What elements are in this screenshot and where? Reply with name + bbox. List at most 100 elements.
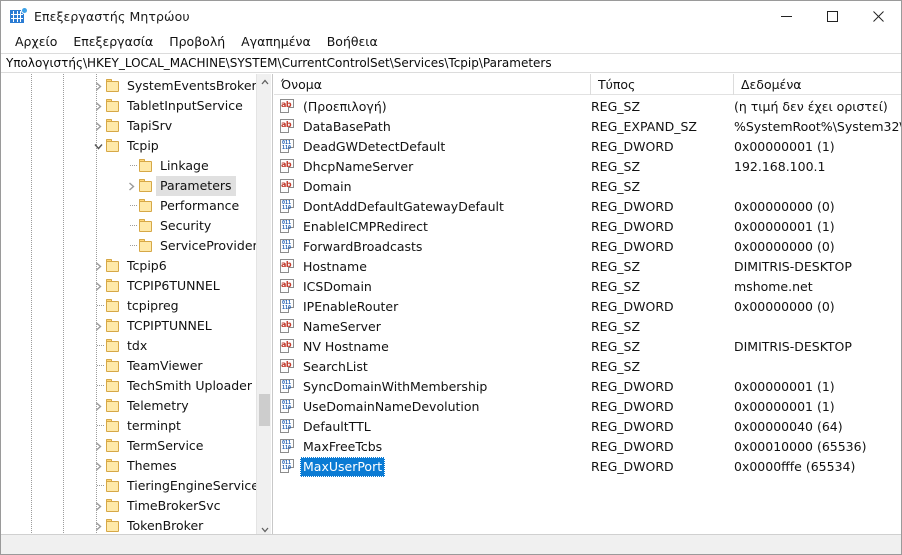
value-type: REG_SZ [591, 359, 641, 374]
maximize-button[interactable] [809, 1, 855, 31]
value-data: DIMITRIS-DESKTOP [734, 259, 852, 274]
chevron-right-icon[interactable] [90, 116, 106, 136]
tree-item-tdx[interactable]: tdx [1, 336, 257, 356]
value-row[interactable]: ab Hostname REG_SZ DIMITRIS-DESKTOP [274, 257, 901, 277]
dword-value-icon: 011 110 [280, 419, 296, 434]
value-row[interactable]: 011 110 DeadGWDetectDefault REG_DWORD 0x0000… [274, 137, 901, 157]
folder-icon [139, 219, 155, 232]
value-name: DhcpNameServer [303, 159, 414, 174]
menu-file[interactable]: Αρχείο [7, 32, 65, 52]
chevron-right-icon[interactable] [90, 316, 106, 336]
tree-item-tokenbroker[interactable]: TokenBroker [1, 516, 257, 536]
tree-item-label: tdx [127, 338, 148, 353]
value-data: 192.168.100.1 [734, 159, 826, 174]
dword-value-icon: 011 110 [280, 219, 296, 234]
column-header-data[interactable]: Δεδομένα [734, 74, 901, 95]
value-row[interactable]: 011 110 UseDomainNameDevolution REG_DWORD 0x… [274, 397, 901, 417]
value-row[interactable]: ab DataBasePath REG_EXPAND_SZ %SystemRoot%\… [274, 117, 901, 137]
string-value-icon: ab [280, 159, 296, 174]
tree-item-tcpip[interactable]: Tcpip [1, 136, 257, 156]
value-row[interactable]: ab NameServer REG_SZ [274, 317, 901, 337]
tree-item-label: tcpipreg [127, 298, 179, 313]
value-row[interactable]: ab Domain REG_SZ [274, 177, 901, 197]
scroll-up-icon[interactable] [257, 74, 272, 89]
value-row[interactable]: 011 110 MaxFreeTcbs REG_DWORD 0x00010000 (65… [274, 437, 901, 457]
value-row[interactable]: ab (Προεπιλογή) REG_SZ (η τιμή δεν έχει ορι… [274, 97, 901, 117]
tree-item-security[interactable]: Security [1, 216, 257, 236]
value-type: REG_SZ [591, 319, 641, 334]
folder-icon [106, 99, 122, 112]
tree-item-terminpt[interactable]: terminpt [1, 416, 257, 436]
value-row[interactable]: 011 110 MaxUserPort REG_DWORD 0x0000fffe (65… [274, 457, 901, 477]
tree-item-label: TCPIP6TUNNEL [127, 278, 220, 293]
tree-item-label: Linkage [160, 158, 209, 173]
folder-icon [106, 279, 122, 292]
tree-item-label: TCPIPTUNNEL [127, 318, 212, 333]
tree-item-tapisrv[interactable]: TapiSrv [1, 116, 257, 136]
value-data: 0x0000fffe (65534) [734, 459, 856, 474]
chevron-right-icon[interactable] [90, 96, 106, 116]
tree-connector [90, 416, 106, 436]
value-type: REG_DWORD [591, 139, 674, 154]
tree-item-systemeventsbroker[interactable]: SystemEventsBroker [1, 76, 257, 96]
tree-scroll-thumb[interactable] [259, 394, 270, 426]
tree-item-label: Performance [160, 198, 240, 213]
menu-view[interactable]: Προβολή [161, 32, 233, 52]
tree-item-tcpip6tunnel[interactable]: TCPIP6TUNNEL [1, 276, 257, 296]
tree-item-themes[interactable]: Themes [1, 456, 257, 476]
tree-item-tcpipreg[interactable]: tcpipreg [1, 296, 257, 316]
column-header-type[interactable]: Τύπος [591, 74, 734, 95]
close-button[interactable] [855, 1, 901, 31]
tree-item-linkage[interactable]: Linkage [1, 156, 257, 176]
menu-favorites[interactable]: Αγαπημένα [233, 32, 319, 52]
value-row[interactable]: ab NV Hostname REG_SZ DIMITRIS-DESKTOP [274, 337, 901, 357]
tree-item-techsmith-uploader-servi[interactable]: TechSmith Uploader Servi [1, 376, 257, 396]
value-name: MaxFreeTcbs [303, 439, 383, 454]
tree-item-telemetry[interactable]: Telemetry [1, 396, 257, 416]
value-name: ForwardBroadcasts [303, 239, 423, 254]
tree-item-performance[interactable]: Performance [1, 196, 257, 216]
value-data: 0x00000001 (1) [734, 219, 835, 234]
string-value-icon: ab [280, 319, 296, 334]
chevron-down-icon[interactable] [90, 136, 106, 156]
tree-item-tieringengineservice[interactable]: TieringEngineService [1, 476, 257, 496]
chevron-right-icon[interactable] [90, 436, 106, 456]
tree-item-teamviewer[interactable]: TeamViewer [1, 356, 257, 376]
value-name: IPEnableRouter [303, 299, 399, 314]
address-bar[interactable]: Υπολογιστής\HKEY_LOCAL_MACHINE\SYSTEM\Cu… [1, 53, 901, 73]
tree-item-tcpip6[interactable]: Tcpip6 [1, 256, 257, 276]
menu-edit[interactable]: Επεξεργασία [65, 32, 161, 52]
chevron-right-icon[interactable] [90, 396, 106, 416]
tree-item-serviceprovider[interactable]: ServiceProvider [1, 236, 257, 256]
chevron-right-icon[interactable] [90, 456, 106, 476]
value-row[interactable]: ab ICSDomain REG_SZ mshome.net [274, 277, 901, 297]
value-name: DeadGWDetectDefault [303, 139, 446, 154]
folder-icon [106, 459, 122, 472]
menu-help[interactable]: Βοήθεια [319, 32, 386, 52]
value-row[interactable]: 011 110 SyncDomainWithMembership REG_DWORD 0… [274, 377, 901, 397]
tree-item-termservice[interactable]: TermService [1, 436, 257, 456]
chevron-right-icon[interactable] [90, 496, 106, 516]
column-header-name[interactable]: Όνομα [274, 74, 591, 95]
chevron-right-icon[interactable] [123, 176, 139, 196]
tree-item-parameters[interactable]: Parameters [1, 176, 257, 196]
folder-icon [106, 519, 122, 532]
chevron-right-icon[interactable] [90, 256, 106, 276]
value-row[interactable]: 011 110 ForwardBroadcasts REG_DWORD 0x000000… [274, 237, 901, 257]
tree-item-tcpiptunnel[interactable]: TCPIPTUNNEL [1, 316, 257, 336]
value-row[interactable]: 011 110 IPEnableRouter REG_DWORD 0x00000000 … [274, 297, 901, 317]
chevron-right-icon[interactable] [90, 276, 106, 296]
value-name: DefaultTTL [303, 419, 371, 434]
tree-item-timebrokersvc[interactable]: TimeBrokerSvc [1, 496, 257, 516]
value-row[interactable]: 011 110 EnableICMPRedirect REG_DWORD 0x00000… [274, 217, 901, 237]
tree-item-tabletinputservice[interactable]: TabletInputService [1, 96, 257, 116]
tree-vertical-scrollbar[interactable] [256, 74, 271, 537]
chevron-right-icon[interactable] [90, 516, 106, 536]
value-row[interactable]: ab SearchList REG_SZ [274, 357, 901, 377]
chevron-right-icon[interactable] [90, 76, 106, 96]
value-row[interactable]: 011 110 DontAddDefaultGatewayDefault REG_DW… [274, 197, 901, 217]
value-row[interactable]: ab DhcpNameServer REG_SZ 192.168.100.1 [274, 157, 901, 177]
minimize-button[interactable] [763, 1, 809, 31]
value-type: REG_EXPAND_SZ [591, 119, 697, 134]
value-row[interactable]: 011 110 DefaultTTL REG_DWORD 0x00000040 (64) [274, 417, 901, 437]
